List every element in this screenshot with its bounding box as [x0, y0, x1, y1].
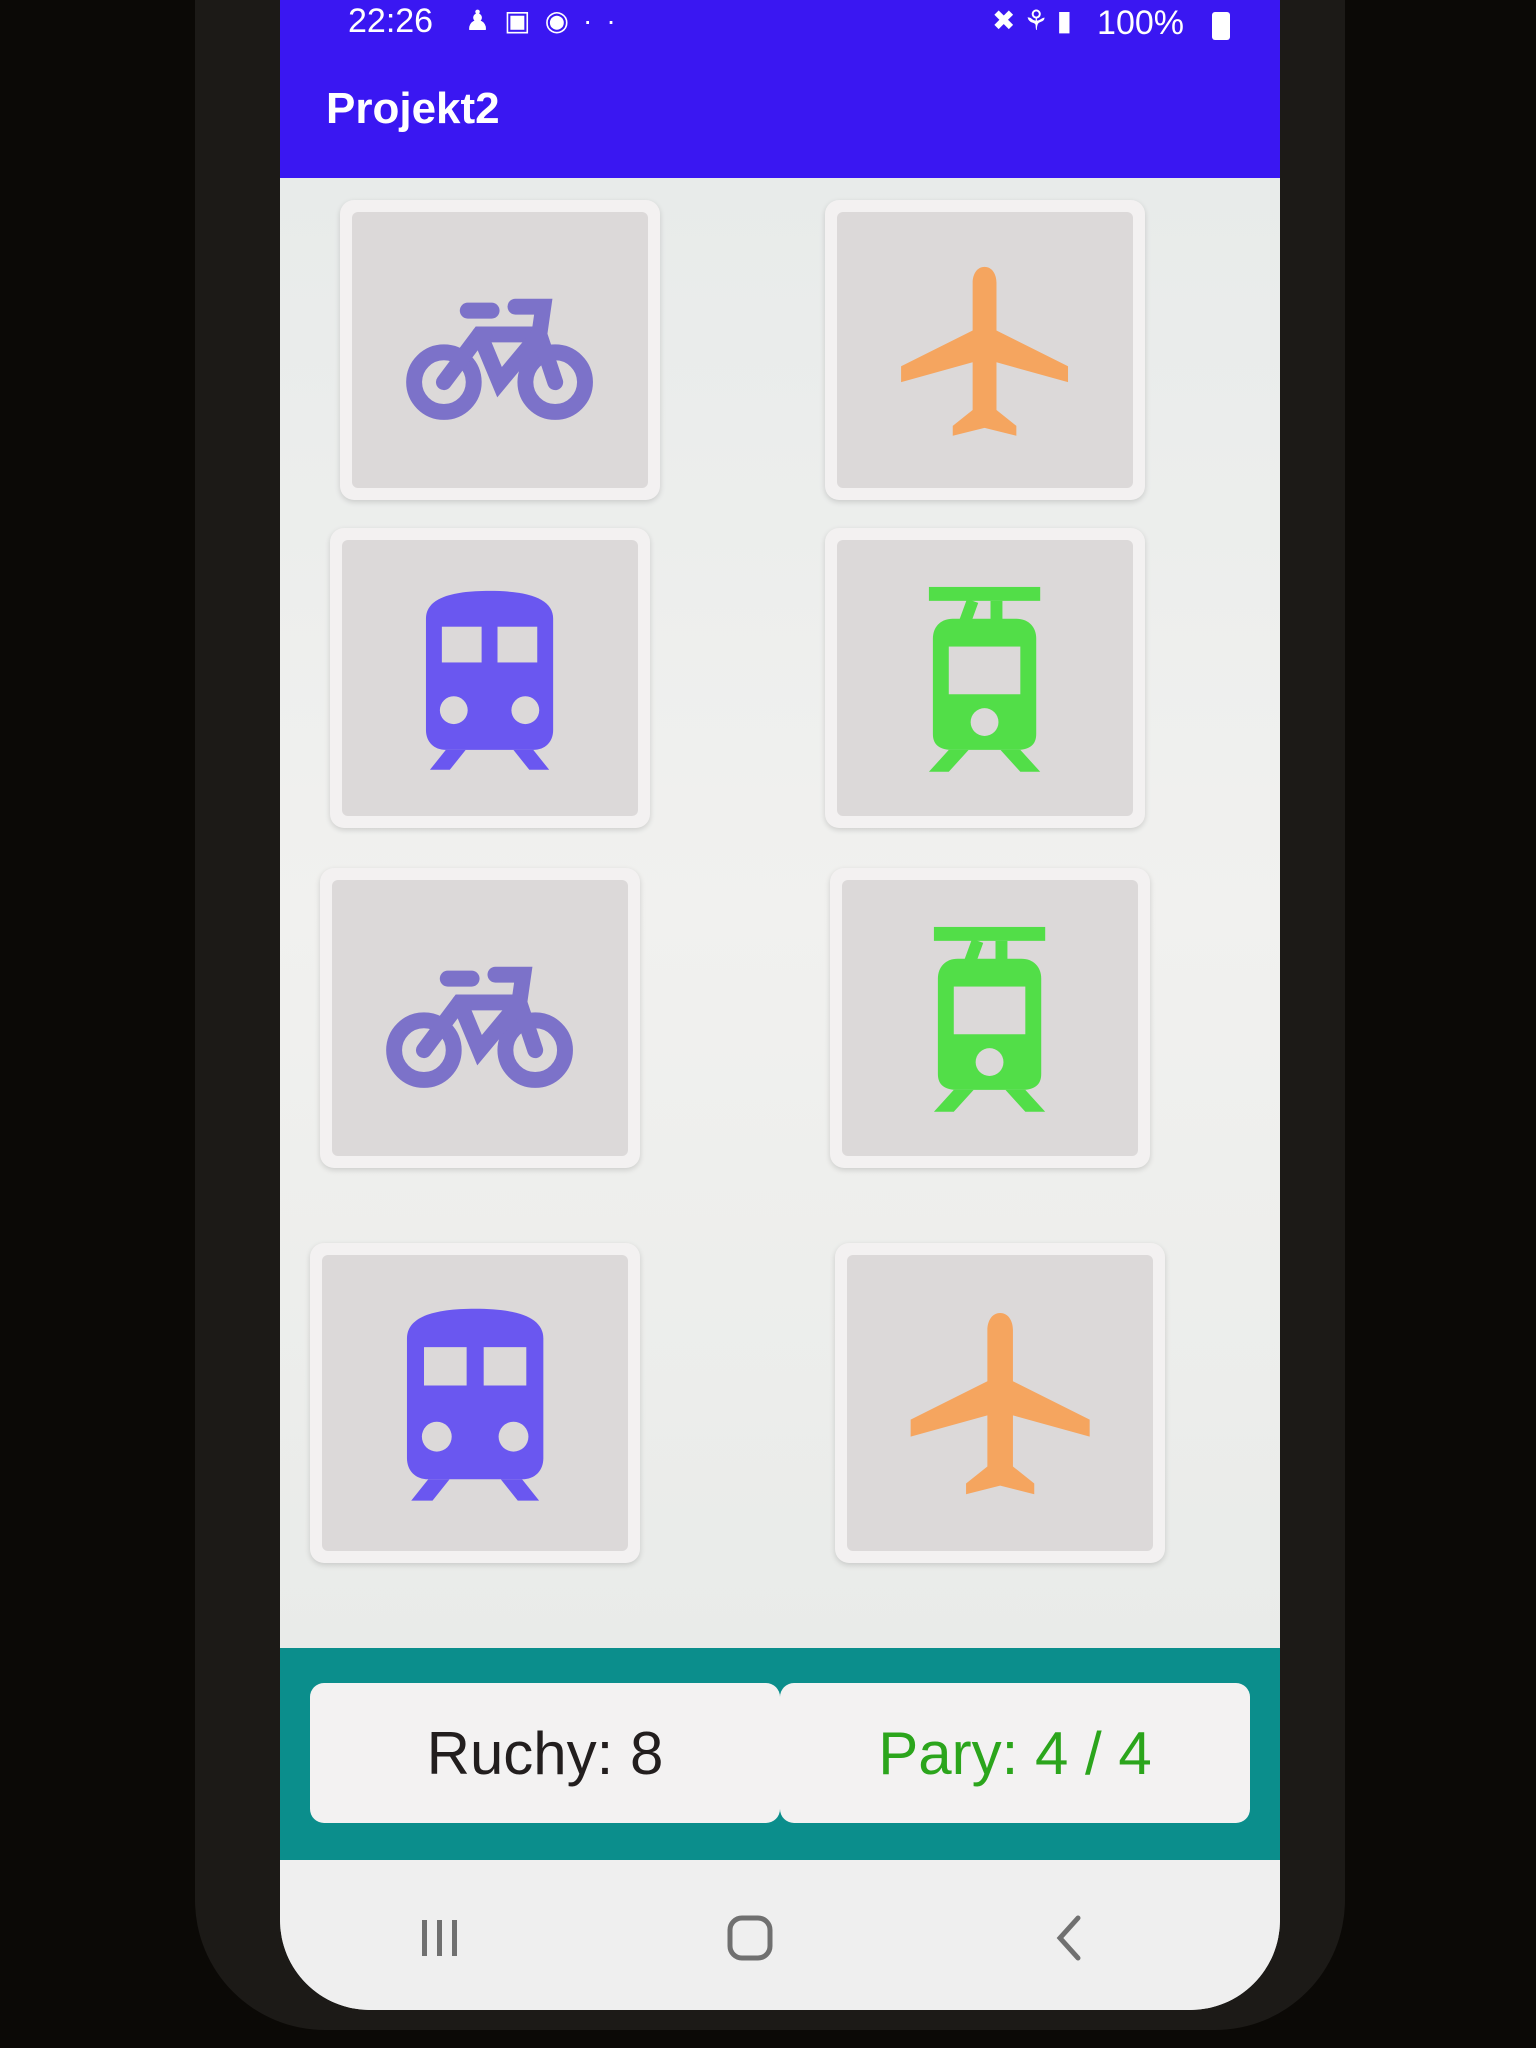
back-icon[interactable]: [1040, 1908, 1100, 1968]
signal-icon: ▮: [1056, 5, 1080, 36]
card-3[interactable]: [330, 528, 650, 828]
train-icon: [426, 590, 554, 770]
more-dots-icon: ··: [583, 5, 630, 36]
card-face: [332, 880, 628, 1156]
moves-counter: Ruchy: 8: [310, 1683, 780, 1823]
bicycle-icon: [406, 298, 594, 420]
status-bar: 22:26 ♟▣◉·· ✖⚘▮ 100%: [280, 0, 1280, 48]
wifi-icon: ⚘: [1023, 5, 1057, 36]
score-panel: Ruchy: 8 Pary: 4 / 4: [280, 1648, 1280, 1860]
screen: 22:26 ♟▣◉·· ✖⚘▮ 100% Projekt2 Ruchy: 8 P…: [280, 0, 1280, 2010]
card-face: [352, 212, 648, 488]
navigation-bar: [280, 1860, 1280, 2010]
person-icon: ♟: [465, 5, 505, 36]
status-time: 22:26: [348, 2, 434, 40]
pairs-counter: Pary: 4 / 4: [780, 1683, 1250, 1823]
card-8[interactable]: [835, 1243, 1165, 1563]
bicycle-icon: [386, 966, 574, 1088]
bag-icon: ▣: [504, 5, 545, 36]
card-2[interactable]: [825, 200, 1145, 500]
tram-icon: [929, 586, 1041, 772]
card-face: [842, 880, 1138, 1156]
train-icon: [406, 1309, 544, 1502]
app-title: Projekt2: [326, 84, 500, 133]
battery-level: 100%: [1097, 4, 1184, 42]
card-4[interactable]: [825, 528, 1145, 828]
system-icons: ✖⚘▮: [992, 4, 1080, 37]
card-face: [847, 1255, 1153, 1551]
card-face: [837, 212, 1133, 488]
card-6[interactable]: [830, 868, 1150, 1168]
card-face: [837, 540, 1133, 816]
card-1[interactable]: [340, 200, 660, 500]
battery-icon: [1212, 12, 1230, 40]
memory-card-grid: [280, 178, 1280, 1648]
card-5[interactable]: [320, 868, 640, 1168]
card-face: [342, 540, 638, 816]
tram-icon: [934, 926, 1046, 1112]
home-icon[interactable]: [720, 1908, 780, 1968]
airplane-icon: [901, 266, 1069, 436]
card-7[interactable]: [310, 1243, 640, 1563]
facebook-icon: ◉: [544, 5, 584, 36]
airplane-icon: [910, 1313, 1090, 1495]
card-face: [322, 1255, 628, 1551]
notification-icons: ♟▣◉··: [465, 4, 630, 37]
recent-apps-icon[interactable]: [410, 1908, 470, 1968]
app-bar: Projekt2: [280, 48, 1280, 178]
mute-icon: ✖: [992, 5, 1024, 36]
